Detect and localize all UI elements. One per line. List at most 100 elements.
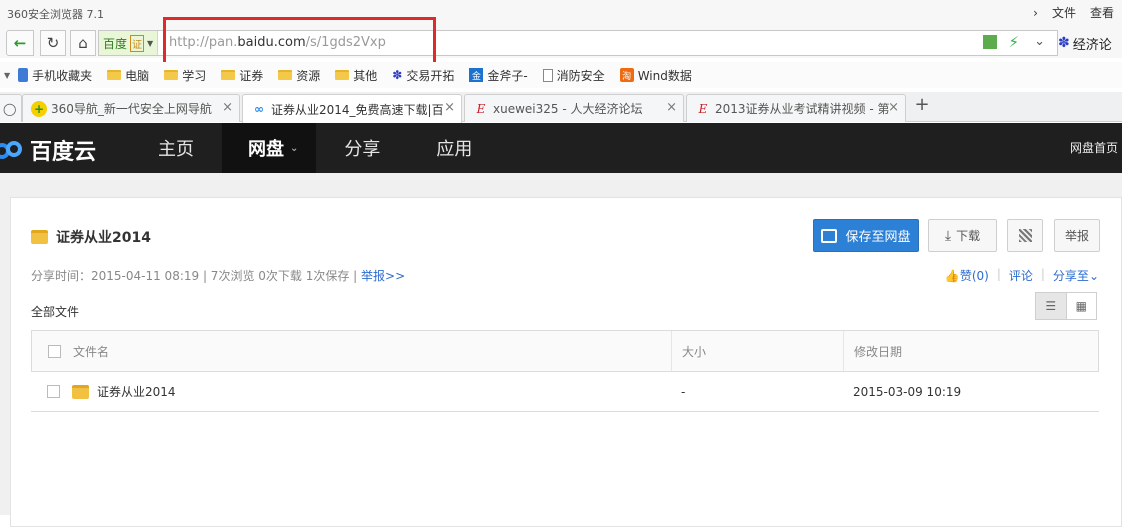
- close-icon[interactable]: ×: [444, 100, 455, 115]
- bookmark-label: 交易开拓: [406, 68, 455, 83]
- bookmark-trading[interactable]: ✽ 交易开拓: [392, 67, 454, 84]
- new-tab-button[interactable]: +: [912, 96, 932, 116]
- address-bar[interactable]: 百度 证 ▼ http://pan.baidu.com/s/1gds2Vxp ⚡…: [98, 30, 1058, 56]
- tab-label: 360导航_新一代安全上网导航: [51, 102, 212, 116]
- save-to-netdisk-button[interactable]: 保存至网盘: [813, 219, 919, 252]
- file-table: 文件名 大小 修改日期 证券从业2014 - 2015-03-09 10:19: [31, 330, 1099, 412]
- report-link[interactable]: 举报>>: [361, 269, 405, 283]
- list-view-button[interactable]: ☰: [1036, 293, 1067, 319]
- share-content: 证券从业2014 保存至网盘 ⤓ 下载 举报 分享时间：2015-04-11 0…: [0, 173, 1122, 527]
- file-name-link[interactable]: 证券从业2014: [97, 383, 176, 400]
- bookmark-folder-resources[interactable]: 资源: [278, 67, 320, 84]
- divider: |: [1040, 267, 1045, 281]
- bookmark-folder-study[interactable]: 学习: [164, 67, 206, 84]
- close-icon[interactable]: ×: [222, 100, 233, 115]
- bookmark-folder-pc[interactable]: 电脑: [107, 67, 149, 84]
- bookmark-label: Wind数据: [637, 68, 692, 83]
- dropdown-chevron-icon[interactable]: ⌄: [1034, 34, 1045, 49]
- nav-home[interactable]: 主页: [130, 123, 222, 173]
- header-size[interactable]: 大小: [672, 331, 844, 371]
- bookmark-folder-other[interactable]: 其他: [335, 67, 377, 84]
- bookmarks-menu-icon[interactable]: ▼: [4, 71, 10, 80]
- search-box[interactable]: ✽ 经济论: [1058, 30, 1122, 56]
- download-button[interactable]: ⤓ 下载: [928, 219, 997, 252]
- qr-code-icon[interactable]: [983, 35, 997, 49]
- header-name: 文件名: [32, 331, 672, 371]
- header-date[interactable]: 修改日期: [844, 331, 1098, 371]
- report-label: 举报: [1064, 229, 1089, 243]
- bookmark-label: 其他: [353, 68, 378, 83]
- thumbs-up-icon: 👍: [944, 269, 960, 283]
- doc-icon: [542, 68, 553, 82]
- bookmarks-bar: ▼ 手机收藏夹 电脑 学习 证券 资源 其他 ✽ 交易开拓 金金斧子- 消防安全 …: [0, 62, 1122, 88]
- table-row[interactable]: 证券从业2014 - 2015-03-09 10:19: [31, 372, 1099, 412]
- chevron-right-icon[interactable]: ›: [1033, 6, 1046, 20]
- home-button[interactable]: ⌂: [70, 30, 96, 56]
- save-label: 保存至网盘: [845, 230, 911, 245]
- bookmark-wind[interactable]: 淘 Wind数据: [619, 67, 692, 84]
- grid-icon: ▦: [1075, 299, 1087, 313]
- bookmark-jinfuzi[interactable]: 金金斧子-: [469, 67, 528, 84]
- tab-360-nav[interactable]: + 360导航_新一代安全上网导航 ×: [22, 94, 240, 122]
- folder-icon: [164, 70, 179, 80]
- browser-title-bar: 360安全浏览器 7.1 › 文件 查看: [0, 0, 1122, 28]
- share-title: 证券从业2014: [31, 227, 151, 247]
- identity-label: 百度: [103, 36, 128, 51]
- back-button[interactable]: ←: [6, 30, 34, 56]
- site-identity[interactable]: 百度 证 ▼: [99, 31, 159, 55]
- row-name-cell: 证券从业2014: [31, 372, 671, 411]
- comment-link[interactable]: 评论: [1009, 267, 1033, 284]
- bookmark-mobile[interactable]: 手机收藏夹: [18, 67, 92, 84]
- nav-label: 网盘: [248, 139, 284, 160]
- address-toolbar: ← ↻ ⌂ 百度 证 ▼ http://pan.baidu.com/s/1gds…: [0, 28, 1122, 58]
- breadcrumb[interactable]: 全部文件: [31, 303, 79, 320]
- grid-view-button[interactable]: ▦: [1067, 293, 1097, 319]
- lightning-icon[interactable]: ⚡: [1008, 33, 1019, 51]
- qr-code-icon: [1018, 229, 1032, 242]
- select-all-checkbox[interactable]: [48, 344, 61, 358]
- nav-netdisk[interactable]: 网盘 ⌄: [222, 123, 317, 173]
- title-menu: › 文件 查看: [1033, 4, 1122, 21]
- like-button[interactable]: 👍赞(0): [945, 267, 989, 284]
- pinggu-e-icon: E: [476, 101, 486, 116]
- chevron-down-icon: ▼: [147, 38, 154, 48]
- phone-icon: [18, 68, 29, 82]
- netdisk-home-link[interactable]: 网盘首页: [1070, 139, 1118, 156]
- nav-share[interactable]: 分享: [316, 123, 408, 173]
- row-size: -: [681, 384, 686, 399]
- bookmark-fire-safety[interactable]: 消防安全: [542, 67, 605, 84]
- menu-file[interactable]: 文件: [1052, 4, 1084, 21]
- url-host: baidu.com: [237, 35, 306, 50]
- tab-partial[interactable]: ◯: [0, 94, 22, 122]
- bookmark-folder-securities[interactable]: 证券: [221, 67, 263, 84]
- share-panel: 证券从业2014 保存至网盘 ⤓ 下载 举报 分享时间：2015-04-11 0…: [10, 197, 1122, 527]
- divider: |: [996, 267, 1001, 281]
- baidu-cloud-logo[interactable]: 百度云: [0, 134, 96, 166]
- pinggu-e-icon: E: [698, 101, 708, 116]
- arrow-left-icon: ←: [13, 34, 27, 52]
- tab-pinggu-video[interactable]: E 2013证券从业考试精讲视频 - 第 ×: [686, 94, 906, 122]
- close-icon[interactable]: ×: [666, 100, 677, 115]
- baidu-nav: 主页 网盘 ⌄ 分享 应用: [130, 123, 500, 173]
- menu-view[interactable]: 查看: [1090, 4, 1122, 21]
- plus-icon: +: [914, 94, 930, 115]
- folder-icon: [221, 70, 236, 80]
- nav-label: 应用: [436, 139, 473, 160]
- reload-button[interactable]: ↻: [40, 30, 66, 56]
- tab-baidu-share[interactable]: ∞ 证券从业2014_免费高速下载|百 ×: [242, 94, 462, 123]
- bookmark-label: 资源: [296, 68, 321, 83]
- nav-apps[interactable]: 应用: [408, 123, 500, 173]
- bookmark-label: 电脑: [125, 68, 150, 83]
- url-text[interactable]: http://pan.baidu.com/s/1gds2Vxp: [169, 35, 386, 50]
- report-button[interactable]: 举报: [1054, 219, 1100, 252]
- bookmark-label: 金斧子-: [487, 68, 528, 83]
- bookmark-label: 消防安全: [556, 68, 605, 83]
- qr-code-button[interactable]: [1007, 219, 1043, 252]
- nav-label: 主页: [158, 139, 194, 160]
- url-prefix: http://pan.: [169, 35, 238, 50]
- close-icon[interactable]: ×: [888, 100, 899, 115]
- row-checkbox[interactable]: [47, 385, 60, 398]
- share-to-button[interactable]: 分享至⌄: [1053, 267, 1099, 284]
- tab-pinggu-user[interactable]: E xuewei325 - 人大经济论坛 ×: [464, 94, 684, 122]
- row-date: 2015-03-09 10:19: [853, 384, 962, 399]
